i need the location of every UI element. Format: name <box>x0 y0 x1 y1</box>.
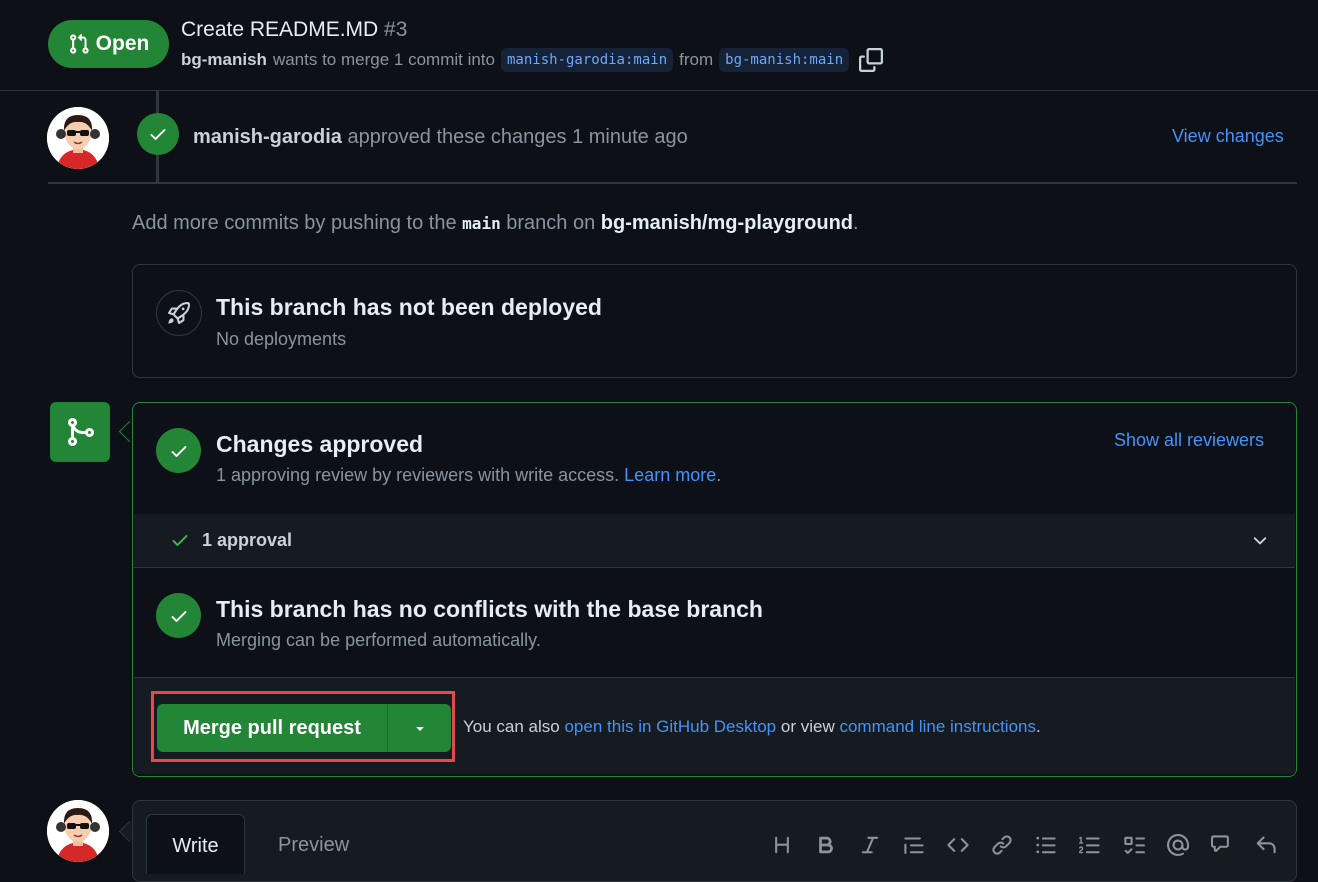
command-line-instructions-link[interactable]: command line instructions <box>839 717 1036 736</box>
header-divider <box>0 90 1318 91</box>
link-icon[interactable] <box>980 828 1024 862</box>
learn-more-link[interactable]: Learn more <box>624 465 716 485</box>
quote-icon[interactable] <box>892 828 936 862</box>
pr-from-text: from <box>679 50 714 69</box>
push-note: Add more commits by pushing to the main … <box>132 212 859 235</box>
approval-count-label: 1 approval <box>202 530 293 550</box>
push-note-repo-link[interactable]: bg-manish/mg-playground <box>601 212 853 234</box>
reply-icon[interactable] <box>1244 828 1288 862</box>
mention-icon[interactable] <box>1156 828 1200 862</box>
rocket-icon <box>156 290 202 336</box>
changes-approved-check-icon <box>156 428 201 473</box>
check-icon <box>172 535 188 546</box>
pr-state-label: Open <box>95 32 150 55</box>
learn-more-suffix: . <box>716 465 722 485</box>
highlight-annotation <box>151 691 455 762</box>
show-all-reviewers-link[interactable]: Show all reviewers <box>1114 430 1264 451</box>
view-changes-link[interactable]: View changes <box>1172 126 1284 147</box>
bold-icon[interactable] <box>804 828 848 862</box>
pr-title-text: Create README.MD <box>181 18 379 41</box>
heading-icon[interactable] <box>760 828 804 862</box>
cross-reference-icon[interactable] <box>1200 828 1244 862</box>
deployment-panel <box>132 264 1297 378</box>
merge-alternatives-note: You can also open this in GitHub Desktop… <box>463 717 1041 737</box>
approval-count-row[interactable] <box>134 514 1295 568</box>
tab-preview[interactable]: Preview <box>278 834 349 857</box>
no-conflicts-subtitle: Merging can be performed automatically. <box>216 630 541 650</box>
pr-number: #3 <box>384 18 408 41</box>
push-note-prefix: Add more commits by pushing to the <box>132 212 457 234</box>
task-list-icon[interactable] <box>1112 828 1156 862</box>
head-branch-label[interactable]: bg-manish:main <box>719 48 850 72</box>
chevron-down-icon[interactable] <box>1250 531 1270 551</box>
git-merge-icon <box>50 402 110 462</box>
merge-note-middle: or view <box>780 717 835 736</box>
pr-state-badge: Open <box>48 20 169 68</box>
code-icon[interactable] <box>936 828 980 862</box>
no-conflicts-title: This branch has no conflicts with the ba… <box>216 596 763 622</box>
tab-write[interactable]: Write <box>146 814 245 874</box>
base-branch-label[interactable]: manish-garodia:main <box>500 48 674 72</box>
no-conflicts-check-icon <box>156 593 201 638</box>
review-event-text: approved these changes 1 minute ago <box>347 126 688 148</box>
pr-meta: bg-manish wants to merge 1 commit into m… <box>181 48 884 72</box>
copy-icon[interactable] <box>859 48 884 72</box>
timeline-divider <box>48 182 1297 184</box>
bulleted-list-icon[interactable] <box>1024 828 1068 862</box>
pull-request-icon <box>69 33 89 54</box>
changes-approved-title: Changes approved <box>216 431 424 457</box>
approval-subtitle-text: 1 approving review by reviewers with wri… <box>216 465 620 485</box>
merge-note-prefix: You can also <box>463 717 560 736</box>
push-note-branch: main <box>462 214 501 233</box>
reviewer-avatar[interactable] <box>47 107 109 169</box>
push-note-middle: branch on <box>506 212 596 234</box>
pr-author-link[interactable]: bg-manish <box>181 50 267 70</box>
pr-merge-text: wants to merge 1 commit into <box>272 50 495 69</box>
deploy-title: This branch has not been deployed <box>216 294 602 320</box>
changes-approved-subtitle: 1 approving review by reviewers with wri… <box>216 465 721 486</box>
reviewer-name-link[interactable]: manish-garodia <box>193 126 342 148</box>
merge-note-suffix: . <box>1036 717 1041 736</box>
pr-title: Create README.MD #3 <box>181 18 407 42</box>
approved-check-icon <box>137 113 179 155</box>
markdown-toolbar <box>760 828 1288 862</box>
push-note-suffix: . <box>853 212 859 234</box>
open-github-desktop-link[interactable]: open this in GitHub Desktop <box>564 717 776 736</box>
current-user-avatar[interactable] <box>47 800 109 862</box>
deploy-subtitle: No deployments <box>216 329 347 349</box>
italic-icon[interactable] <box>848 828 892 862</box>
review-event: manish-garodia approved these changes 1 … <box>193 126 688 149</box>
numbered-list-icon[interactable] <box>1068 828 1112 862</box>
